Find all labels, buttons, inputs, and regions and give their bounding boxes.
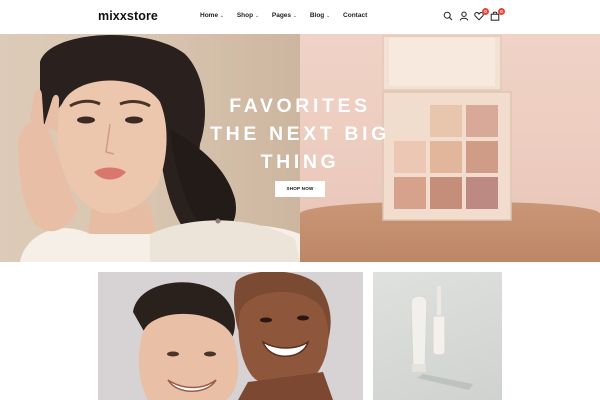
nav-item-label: Blog — [309, 12, 325, 19]
nav-item-home[interactable]: Home ⌄ — [200, 12, 224, 19]
hero-title: FAVORITES THE NEXT BIG THING — [200, 92, 400, 176]
chevron-down-icon: ⌄ — [293, 12, 297, 18]
cart-icon[interactable]: 0 — [490, 8, 505, 23]
main-nav: Home ⌄ Shop ⌄ Pages ⌄ Blog ⌄ Contact — [200, 12, 367, 19]
hero-title-line: THE NEXT BIG — [210, 123, 390, 145]
lip-gloss-illustration — [410, 286, 473, 390]
account-icon[interactable] — [459, 11, 471, 23]
nav-item-shop[interactable]: Shop ⌄ — [237, 12, 259, 19]
hero-title-line: THING — [260, 151, 340, 173]
cart-count-badge: 0 — [498, 8, 505, 15]
nav-item-label: Home — [200, 12, 219, 19]
chevron-down-icon: ⌄ — [220, 12, 224, 18]
nav-item-contact[interactable]: Contact — [343, 12, 367, 19]
promo-banner-models[interactable] — [98, 272, 363, 400]
hero-slider: FAVORITES THE NEXT BIG THING SHOP NOW — [0, 34, 600, 262]
chevron-down-icon: ⌄ — [326, 12, 331, 18]
shop-now-button[interactable]: SHOP NOW — [275, 181, 325, 197]
wishlist-icon[interactable]: 0 — [474, 8, 489, 23]
chevron-down-icon: ⌄ — [255, 12, 259, 18]
nav-item-blog[interactable]: Blog ⌄ — [310, 12, 330, 19]
nav-item-pages[interactable]: Pages ⌄ — [272, 12, 297, 19]
nav-item-label: Shop — [236, 12, 254, 19]
site-logo[interactable]: mixxstore — [98, 9, 158, 23]
search-icon[interactable] — [443, 11, 455, 23]
promo-banner-product[interactable] — [373, 272, 502, 400]
site-header: mixxstore Home ⌄ Shop ⌄ Pages ⌄ Blog ⌄ Conta… — [0, 0, 600, 34]
header-actions: 0 0 — [441, 8, 505, 25]
smiling-models-illustration — [133, 272, 333, 400]
wishlist-count-badge: 0 — [482, 8, 489, 15]
nav-item-label: Contact — [343, 12, 368, 19]
nav-item-label: Pages — [271, 12, 292, 19]
hero-title-line: FAVORITES — [229, 95, 371, 117]
